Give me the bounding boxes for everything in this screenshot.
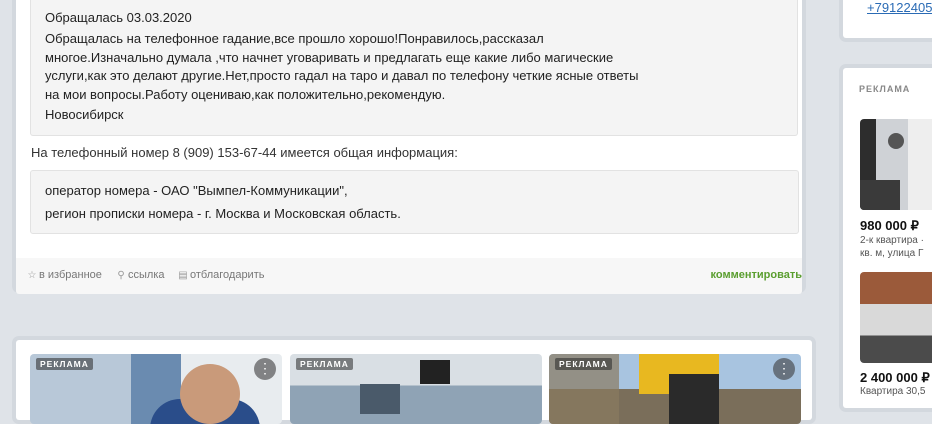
- review-body: Обращалась на телефонное гадание,все про…: [45, 30, 775, 104]
- operator-info: оператор номера - ОАО "Вымпел-Коммуникац…: [45, 183, 348, 198]
- favorite-button[interactable]: ☆ в избранное: [27, 269, 102, 281]
- gift-icon: ▤: [178, 270, 188, 281]
- listing-price[interactable]: 2 400 000 ₽: [860, 370, 930, 386]
- phone-info-intro: На телефонный номер 8 (909) 153-67-44 им…: [31, 145, 458, 160]
- action-bar: ☆ в избранное ⚲ ссылка ▤ отблагодарить комм…: [16, 258, 802, 294]
- review-line: услуги,как это делают другие.Нет,просто …: [45, 68, 639, 83]
- ad-tile[interactable]: РЕКЛАМА ⋮: [549, 354, 801, 424]
- ad-carousel: РЕКЛАМА ⋮ РЕКЛАМА РЕКЛАМА ⋮: [16, 340, 812, 424]
- device-shape: [360, 384, 400, 414]
- link-label: ссылка: [128, 269, 165, 281]
- listing-desc-line: 2-к квартира ·: [860, 235, 924, 246]
- thank-button[interactable]: ▤ отблагодарить: [178, 269, 264, 281]
- listing-price[interactable]: 980 000 ₽: [860, 218, 919, 234]
- review-line: на мои вопросы.Работу оцениваю,как полож…: [45, 86, 446, 102]
- listing-description[interactable]: 2-к квартира · кв. м, улица Г: [860, 234, 924, 260]
- ad-label: РЕКЛАМА: [36, 358, 93, 370]
- comment-button[interactable]: комментировать: [711, 269, 802, 281]
- furniture-shape: [860, 180, 900, 210]
- lamp-shape: [888, 133, 904, 149]
- review-date: Обращалась 03.03.2020: [45, 10, 192, 25]
- excavator-cab-shape: [669, 374, 719, 424]
- star-icon: ☆: [27, 270, 37, 281]
- review-line: многое.Изначально думала ,что начнет уго…: [45, 49, 614, 65]
- ad-label: РЕКЛАМА: [296, 358, 353, 370]
- review-city: Новосибирск: [45, 107, 124, 122]
- ad-label: РЕКЛАМА: [555, 358, 612, 370]
- ad-tile[interactable]: РЕКЛАМА ⋮: [30, 354, 282, 424]
- link-button[interactable]: ⚲ ссылка: [116, 269, 165, 281]
- phone-link[interactable]: +79122405: [867, 0, 932, 15]
- ad-tile[interactable]: РЕКЛАМА: [290, 354, 542, 424]
- more-options-icon[interactable]: ⋮: [254, 358, 276, 380]
- contact-card: +79122405: [843, 0, 932, 38]
- sidebar-ad: РЕКЛАМА 980 000 ₽ 2-к квартира · кв. м, …: [843, 68, 932, 408]
- listing-photo[interactable]: [860, 119, 932, 210]
- listing-desc-line: кв. м, улица Г: [860, 248, 924, 259]
- more-options-icon[interactable]: ⋮: [773, 358, 795, 380]
- ad-label: РЕКЛАМА: [859, 84, 911, 94]
- person-head-shape: [180, 364, 240, 424]
- thank-label: отблагодарить: [190, 269, 265, 281]
- listing-description[interactable]: Квартира 30,5: [860, 386, 925, 397]
- review-quote: Обращалась 03.03.2020 Обращалась на теле…: [30, 0, 798, 136]
- region-info: регион прописки номера - г. Москва и Мос…: [45, 206, 401, 221]
- device-shape: [420, 360, 450, 384]
- phone-info-box: оператор номера - ОАО "Вымпел-Коммуникац…: [30, 170, 799, 234]
- review-line: Обращалась на телефонное гадание,все про…: [45, 31, 544, 46]
- link-icon: ⚲: [117, 270, 125, 281]
- favorite-label: в избранное: [39, 269, 102, 281]
- listing-photo[interactable]: [860, 272, 932, 363]
